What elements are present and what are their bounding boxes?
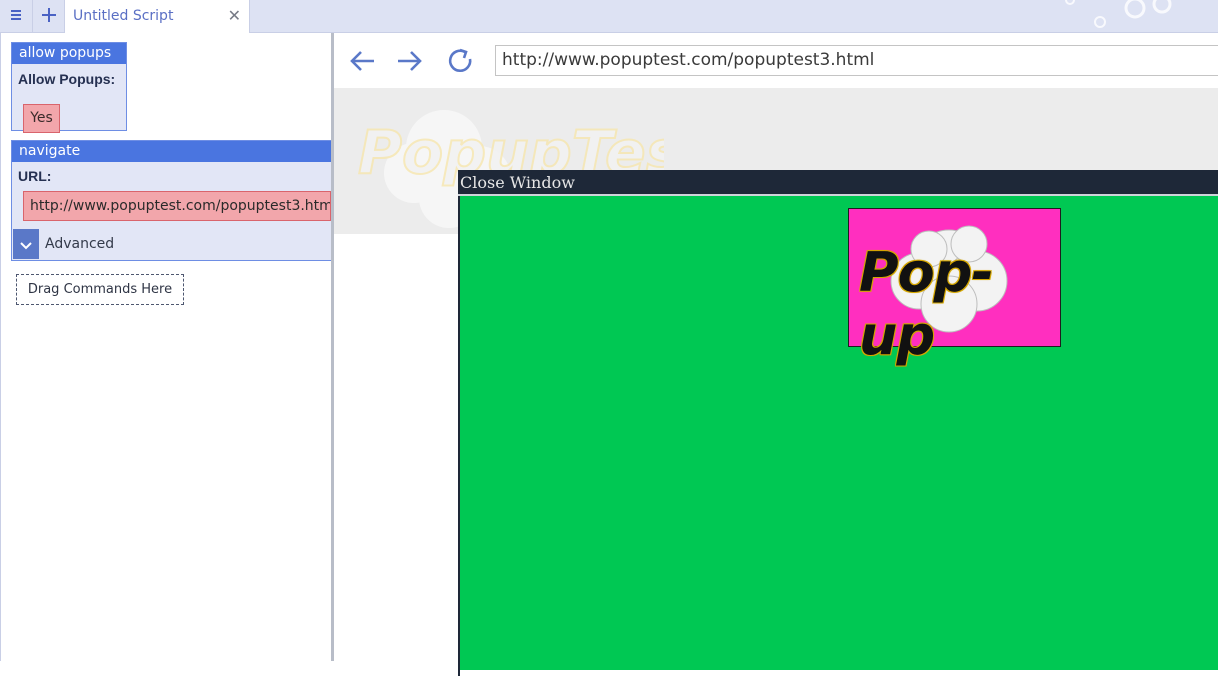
menu-button[interactable] <box>0 0 33 33</box>
web-page-content: PopupTest Close Window Pop-up <box>334 88 1218 676</box>
command-allow-popups[interactable]: allow popups Allow Popups: Yes <box>11 42 127 133</box>
popup-window[interactable]: Close Window Pop-up <box>458 170 1218 676</box>
command-title: navigate <box>12 141 332 162</box>
command-title: allow popups <box>12 43 126 64</box>
tab-untitled-script[interactable]: Untitled Script ✕ <box>64 0 250 33</box>
url-label: URL: <box>18 168 52 184</box>
popup-titlebar: Close Window <box>458 170 1218 196</box>
advanced-expand-button[interactable] <box>13 229 39 259</box>
url-field[interactable]: http://www.popuptest.com/popuptest3.html <box>23 191 331 221</box>
address-bar[interactable]: http://www.popuptest.com/popuptest3.html <box>495 45 1218 76</box>
refresh-button[interactable] <box>446 47 476 75</box>
close-window-link[interactable]: Close Window <box>460 173 575 192</box>
advanced-label: Advanced <box>45 236 115 252</box>
gears-icon <box>1060 0 1180 37</box>
command-navigate[interactable]: navigate URL: http://www.popuptest.com/p… <box>11 140 333 261</box>
forward-button[interactable] <box>394 47 424 75</box>
chevron-down-icon <box>20 235 32 254</box>
arrow-left-icon <box>348 51 378 79</box>
tab-title: Untitled Script <box>73 8 174 24</box>
popup-border <box>458 196 460 676</box>
drag-commands-drop-zone[interactable]: Drag Commands Here <box>16 274 184 305</box>
popup-ad-image[interactable]: Pop-up <box>848 208 1061 367</box>
back-button[interactable] <box>348 47 378 75</box>
allow-popups-label: Allow Popups: <box>18 71 116 87</box>
advanced-toggle-row[interactable]: Advanced <box>12 229 333 259</box>
refresh-icon <box>446 48 476 79</box>
browser-toolbar: http://www.popuptest.com/popuptest3.html <box>334 33 1218 88</box>
add-tab-button[interactable] <box>33 0 64 33</box>
browser-pane: http://www.popuptest.com/popuptest3.html… <box>334 33 1218 676</box>
hamburger-icon <box>10 7 22 26</box>
allow-popups-value-field[interactable]: Yes <box>23 104 60 133</box>
tab-bar: Untitled Script ✕ <box>0 0 1218 33</box>
close-icon[interactable]: ✕ <box>228 6 241 25</box>
arrow-right-icon <box>394 51 424 79</box>
divider <box>12 260 333 261</box>
popup-banner-text: Pop-up <box>859 241 994 367</box>
plus-icon <box>41 7 57 27</box>
command-panel: allow popups Allow Popups: Yes navigate … <box>0 33 333 661</box>
